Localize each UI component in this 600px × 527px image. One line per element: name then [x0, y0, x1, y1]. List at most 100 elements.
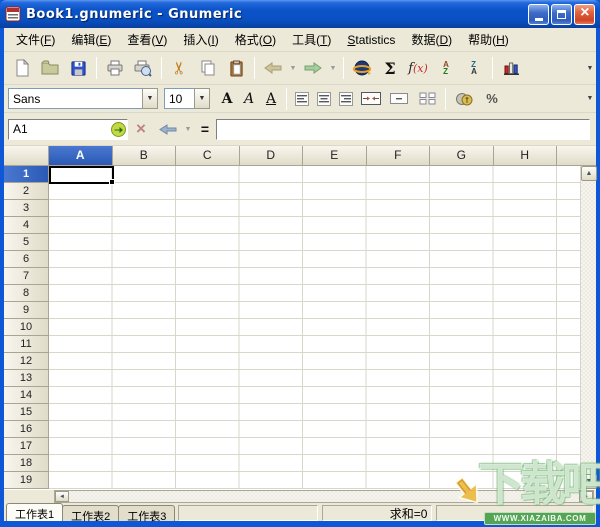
hyperlink-button[interactable]	[348, 55, 376, 81]
row-header-2[interactable]: 2	[4, 183, 49, 200]
print-preview-button[interactable]	[129, 55, 157, 81]
column-header-b[interactable]: B	[112, 146, 176, 166]
undo-button[interactable]	[259, 55, 287, 81]
row-header-8[interactable]: 8	[4, 285, 49, 302]
goto-cell-icon[interactable]	[111, 121, 126, 137]
font-size-dropdown[interactable]: ▼	[194, 88, 210, 109]
print-preview-icon	[134, 60, 152, 77]
column-header-g[interactable]: G	[430, 146, 494, 166]
bold-button[interactable]: A	[216, 88, 238, 110]
column-header-h[interactable]: H	[493, 146, 557, 166]
menu-item-s[interactable]: Statistics	[339, 30, 403, 50]
scroll-right-button[interactable]: ►	[579, 491, 593, 502]
sheet-tab-2[interactable]: 工作表2	[62, 505, 120, 523]
horizontal-scroll-row: ◄ ►	[4, 490, 596, 503]
sheet-tab-3[interactable]: 工作表3	[118, 505, 176, 523]
menu-item-e[interactable]: 编辑(E)	[63, 28, 119, 51]
row-header-10[interactable]: 10	[4, 319, 49, 336]
row-header-12[interactable]: 12	[4, 353, 49, 370]
formula-input[interactable]	[216, 118, 590, 140]
cancel-edit-button[interactable]: ×	[128, 119, 154, 139]
equals-button[interactable]: =	[194, 121, 216, 137]
menu-item-h[interactable]: 帮助(H)	[460, 28, 517, 51]
font-name-dropdown[interactable]: ▼	[142, 88, 158, 109]
column-header-a[interactable]: A	[49, 146, 113, 166]
row-header-13[interactable]: 13	[4, 370, 49, 387]
format-overflow-dropdown[interactable]: ▼	[584, 95, 596, 102]
active-cell-selection[interactable]	[49, 166, 115, 185]
menu-item-d[interactable]: 数据(D)	[403, 28, 460, 51]
cut-button[interactable]: ✂	[166, 55, 194, 81]
vertical-scrollbar[interactable]: ▲ ▼	[580, 166, 597, 489]
sort-descending-button[interactable]: ZA	[460, 55, 488, 81]
redo-button[interactable]	[299, 55, 327, 81]
sort-ascending-button[interactable]: AZ	[432, 55, 460, 81]
scroll-left-button[interactable]: ◄	[55, 491, 69, 502]
row-header-7[interactable]: 7	[4, 268, 49, 285]
row-header-16[interactable]: 16	[4, 421, 49, 438]
cell-reference-input[interactable]	[8, 118, 128, 140]
print-button[interactable]	[101, 55, 129, 81]
copy-button[interactable]	[194, 55, 222, 81]
redo-dropdown[interactable]: ▼	[327, 65, 339, 72]
accept-edit-button[interactable]	[154, 116, 182, 142]
column-header-c[interactable]: C	[176, 146, 240, 166]
row-header-14[interactable]: 14	[4, 387, 49, 404]
center-across-button[interactable]	[357, 86, 385, 112]
sheet-grid: ABCDEFGH 1 2 3 4 5 6 7 8 9 10 11 12 13 14 15 16 17 18 19 ▲…	[4, 146, 597, 490]
split-cells-button[interactable]	[413, 86, 441, 112]
select-all-corner[interactable]	[4, 146, 49, 166]
format-percent-button[interactable]: %	[478, 86, 506, 112]
undo-dropdown[interactable]: ▼	[287, 65, 299, 72]
font-name-input[interactable]	[8, 88, 142, 109]
sum-button[interactable]: Σ	[376, 55, 404, 81]
column-header-e[interactable]: E	[303, 146, 367, 166]
paste-button[interactable]	[222, 55, 250, 81]
formula-bar: × ▼ =	[4, 113, 596, 146]
insert-chart-button[interactable]	[497, 55, 525, 81]
font-size-input[interactable]	[164, 88, 194, 109]
open-file-button[interactable]	[36, 55, 64, 81]
scroll-down-button[interactable]: ▼	[581, 474, 597, 489]
cells-area[interactable]	[49, 166, 580, 489]
menu-item-i[interactable]: 插入(I)	[175, 28, 226, 51]
insert-function-button[interactable]: f (x)	[404, 55, 432, 81]
align-center-button[interactable]	[313, 88, 335, 110]
row-header-4[interactable]: 4	[4, 217, 49, 234]
align-right-button[interactable]	[335, 88, 357, 110]
underline-button[interactable]: A	[260, 88, 282, 110]
column-header-f[interactable]: F	[366, 146, 430, 166]
merge-cells-button[interactable]	[385, 86, 413, 112]
format-currency-button[interactable]	[450, 86, 478, 112]
menu-item-t[interactable]: 工具(T)	[284, 28, 339, 51]
save-button[interactable]	[64, 55, 92, 81]
row-header-6[interactable]: 6	[4, 251, 49, 268]
row-header-15[interactable]: 15	[4, 404, 49, 421]
align-left-button[interactable]	[291, 88, 313, 110]
menu-bar: 文件(F) 编辑(E) 查看(V) 插入(I) 格式(O) 工具(T) Statistics…	[4, 28, 596, 52]
copy-icon	[201, 60, 215, 76]
sheet-tab-1[interactable]: 工作表1	[6, 503, 64, 521]
row-header-9[interactable]: 9	[4, 302, 49, 319]
row-header-18[interactable]: 18	[4, 455, 49, 472]
row-header-1[interactable]: 1	[4, 166, 49, 183]
horizontal-scrollbar[interactable]: ◄ ►	[54, 490, 594, 503]
italic-button[interactable]: A	[238, 88, 260, 110]
row-header-19[interactable]: 19	[4, 472, 49, 489]
column-header-d[interactable]: D	[239, 146, 303, 166]
scroll-up-button[interactable]: ▲	[581, 166, 597, 181]
edit-dropdown[interactable]: ▼	[182, 126, 194, 133]
close-button[interactable]: ×	[574, 3, 595, 25]
toolbar-overflow-dropdown[interactable]: ▼	[584, 65, 596, 72]
new-file-button[interactable]	[8, 55, 36, 81]
minimize-button[interactable]	[528, 3, 549, 25]
maximize-button[interactable]	[551, 3, 572, 25]
row-header-11[interactable]: 11	[4, 336, 49, 353]
row-header-17[interactable]: 17	[4, 438, 49, 455]
row-header-3[interactable]: 3	[4, 200, 49, 217]
row-header-5[interactable]: 5	[4, 234, 49, 251]
menu-item-v[interactable]: 查看(V)	[119, 28, 175, 51]
new-file-icon	[16, 59, 30, 77]
menu-item-f[interactable]: 文件(F)	[8, 28, 63, 51]
menu-item-o[interactable]: 格式(O)	[227, 28, 284, 51]
